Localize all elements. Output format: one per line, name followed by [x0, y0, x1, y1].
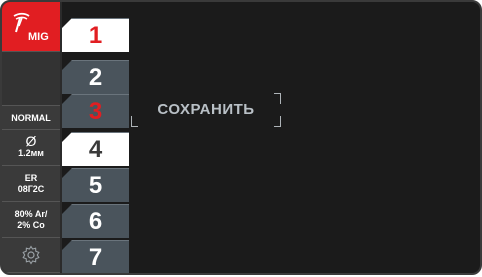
- program-tab-1[interactable]: 1: [62, 18, 129, 52]
- empty-slot: [2, 52, 60, 106]
- wire-type-line2: 08Г2С: [17, 184, 45, 194]
- program-tab-2[interactable]: 2: [62, 60, 129, 94]
- diameter-value: 1.2мм: [18, 148, 44, 158]
- save-button[interactable]: СОХРАНИТЬ: [131, 93, 281, 127]
- save-button-label: СОХРАНИТЬ: [157, 101, 255, 118]
- gas-mix-line1: 80% Ar/: [14, 209, 48, 219]
- process-mig-button[interactable]: MIG: [2, 2, 60, 52]
- gas-mix-button[interactable]: 80% Ar/ 2% Co: [2, 202, 60, 238]
- program-tab-3[interactable]: 3: [62, 94, 129, 128]
- program-tab-6[interactable]: 6: [62, 204, 129, 238]
- wire-diameter-button[interactable]: Ø 1.2мм: [2, 130, 60, 166]
- wire-type-line1: ER: [24, 173, 38, 183]
- settings-button[interactable]: [2, 238, 60, 273]
- program-tab-5[interactable]: 5: [62, 168, 129, 202]
- program-tab-6-label: 6: [88, 208, 103, 235]
- program-tab-2-label: 2: [88, 64, 103, 91]
- program-tab-1-label: 1: [88, 22, 103, 49]
- program-tab-4[interactable]: 4: [62, 132, 129, 166]
- bracket-corner: [274, 116, 281, 127]
- welder-screen: MIG NORMAL Ø 1.2мм ER 08Г2С 80% Ar/ 2% C…: [0, 0, 482, 275]
- program-tab-4-label: 4: [88, 136, 103, 163]
- program-tab-5-label: 5: [88, 172, 103, 199]
- bracket-corner: [274, 93, 281, 104]
- settings-sidebar: MIG NORMAL Ø 1.2мм ER 08Г2С 80% Ar/ 2% C…: [2, 2, 62, 273]
- program-tab-7-label: 7: [88, 244, 103, 271]
- gear-icon: [22, 245, 40, 265]
- program-tab-7[interactable]: 7: [62, 240, 129, 273]
- wire-type-button[interactable]: ER 08Г2С: [2, 166, 60, 202]
- mode-button[interactable]: NORMAL: [2, 106, 60, 130]
- mode-label: NORMAL: [11, 113, 51, 123]
- bracket-corner: [131, 116, 138, 127]
- diameter-symbol: Ø: [25, 133, 37, 149]
- gas-mix-line2: 2% Co: [17, 220, 45, 230]
- process-label: MIG: [28, 31, 49, 43]
- program-tabs: 1 2 3 4 5 6 7: [62, 2, 129, 273]
- program-tab-3-label: 3: [88, 98, 103, 125]
